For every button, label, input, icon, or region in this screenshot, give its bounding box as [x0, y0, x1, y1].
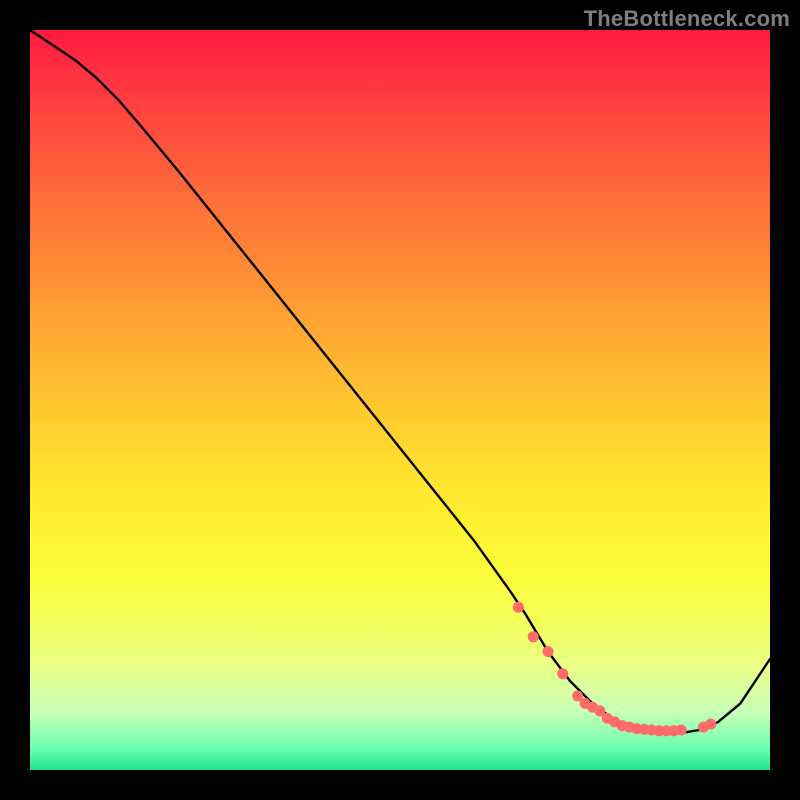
- marker-group: [513, 602, 716, 737]
- marker-dot: [543, 646, 554, 657]
- watermark-label: TheBottleneck.com: [584, 6, 790, 32]
- marker-dot: [513, 602, 524, 613]
- marker-dot: [528, 631, 539, 642]
- marker-dot: [557, 668, 568, 679]
- chart-frame: TheBottleneck.com: [0, 0, 800, 800]
- marker-dot: [705, 719, 716, 730]
- plot-area: [30, 30, 770, 770]
- marker-dot: [676, 725, 687, 736]
- curve-path: [30, 30, 770, 733]
- chart-svg: [30, 30, 770, 770]
